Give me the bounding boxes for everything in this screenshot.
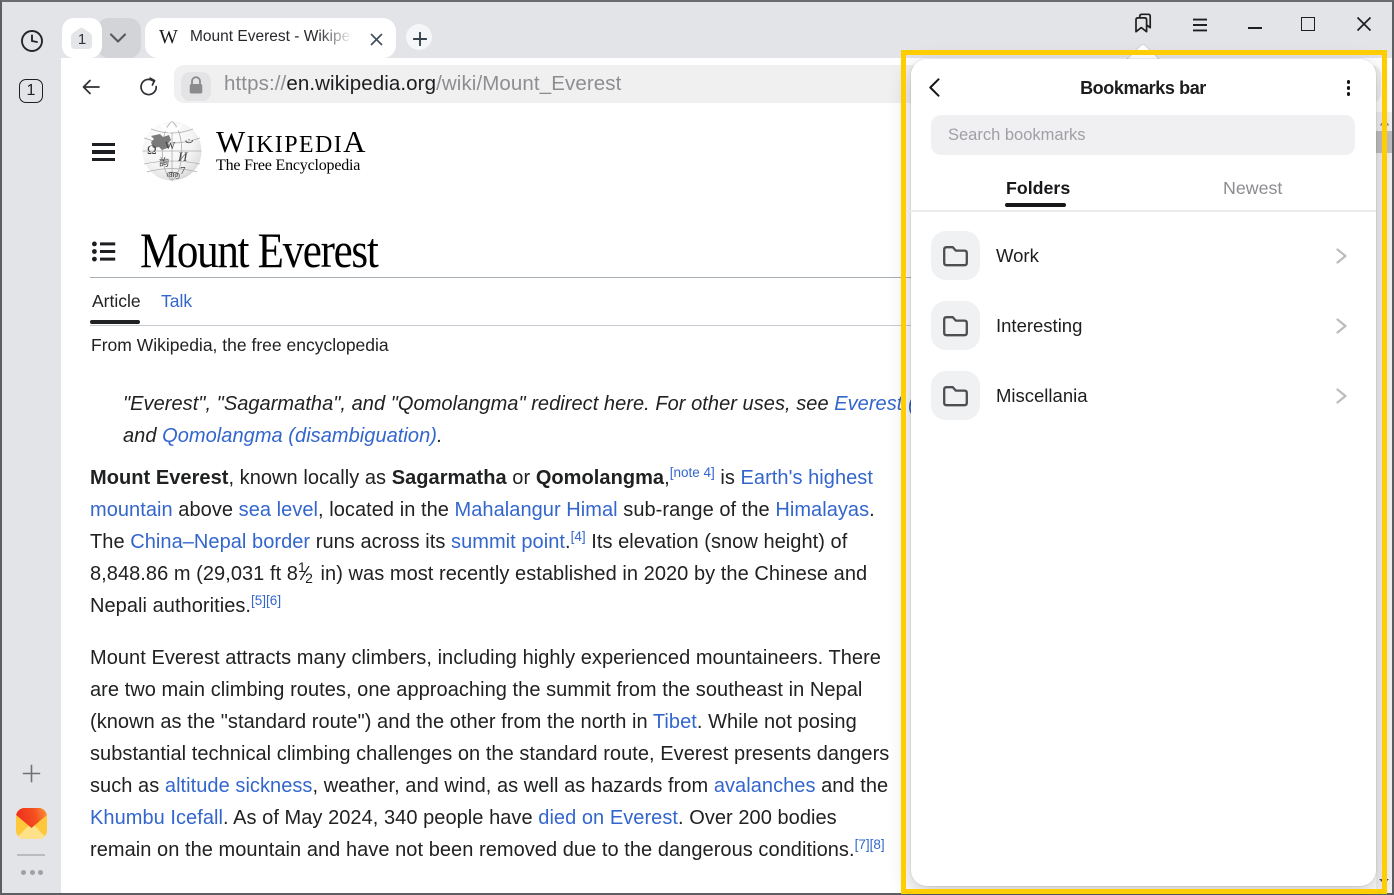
svg-text:7: 7 [180, 165, 186, 177]
svg-text:W: W [165, 140, 176, 152]
svg-text:И: И [177, 149, 188, 164]
svg-text:詢: 詢 [159, 156, 169, 169]
svg-text:ت: ت [185, 135, 193, 145]
svg-text:ആ: ആ [166, 169, 180, 179]
svg-text:Ω: Ω [147, 142, 157, 157]
